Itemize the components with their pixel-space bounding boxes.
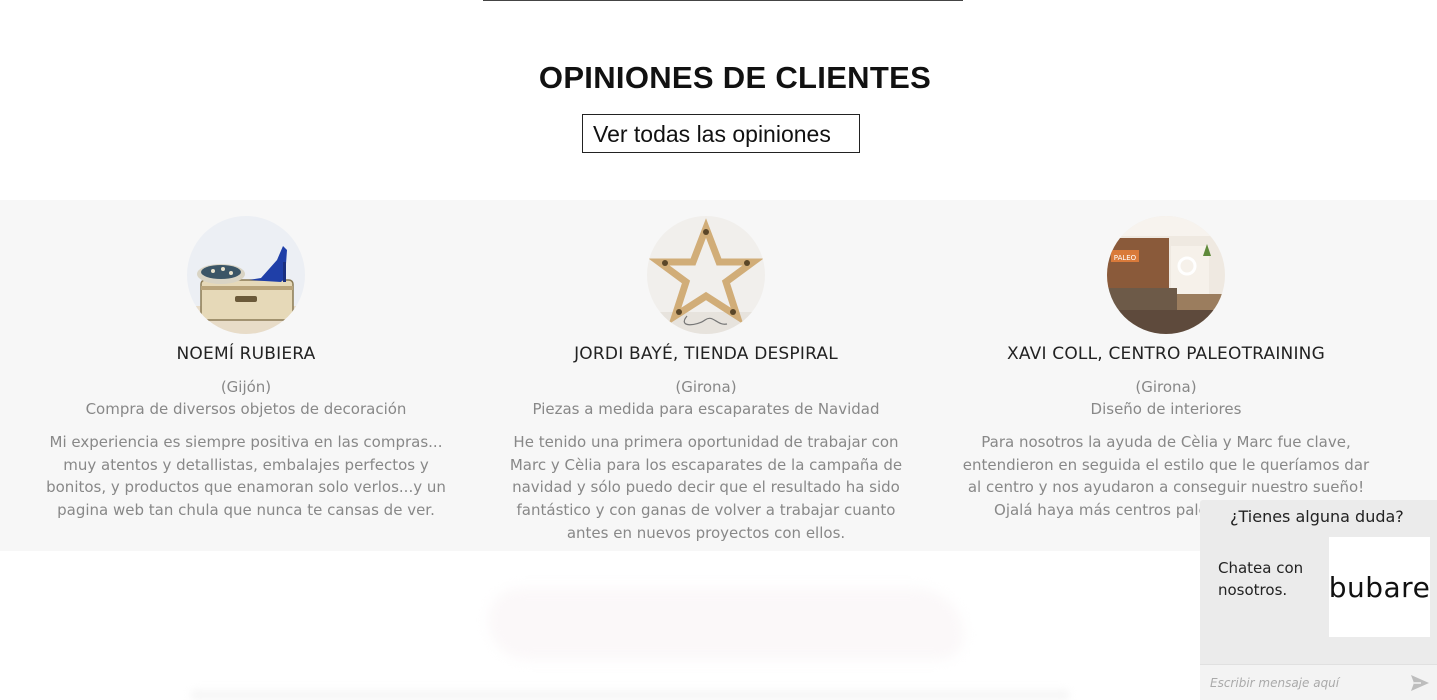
review-card: NOEMÍ RUBIERA (Gijón) Compra de diversos… xyxy=(31,216,461,522)
reviewer-name: NOEMÍ RUBIERA xyxy=(176,344,316,364)
review-subject: Diseño de interiores xyxy=(1090,400,1242,418)
view-all-reviews-button[interactable]: Ver todas las opiniones xyxy=(582,114,860,153)
chat-message: Chatea con nosotros. xyxy=(1218,559,1304,599)
review-quote: He tenido una primera oportunidad de tra… xyxy=(509,433,903,542)
review-card: JORDI BAYÉ, TIENDA DESPIRAL (Girona) Pie… xyxy=(491,216,921,545)
reviewer-city: (Girona) xyxy=(675,378,737,396)
reviewer-name: XAVI COLL, CENTRO PALEOTRAINING xyxy=(1007,344,1325,364)
chat-logo: bubare xyxy=(1329,537,1430,637)
chat-title: ¿Tienes alguna duda? xyxy=(1230,507,1404,526)
gym-interior-photo: PALEO xyxy=(1107,216,1225,334)
avatar xyxy=(647,216,765,334)
wooden-star-lamp-photo xyxy=(647,216,765,334)
send-arrow-icon[interactable] xyxy=(1409,673,1431,693)
review-card: PALEO XAVI COLL, CENTRO PALEOTRAINING (G… xyxy=(951,216,1381,522)
review-quote: Mi experiencia es siempre positiva en la… xyxy=(46,433,446,520)
chat-message-input[interactable] xyxy=(1200,665,1400,700)
svg-text:PALEO: PALEO xyxy=(1114,254,1137,262)
reviewer-name: JORDI BAYÉ, TIENDA DESPIRAL xyxy=(574,344,838,364)
section-title: OPINIONES DE CLIENTES xyxy=(538,60,932,95)
page: OPINIONES DE CLIENTES Ver todas las opin… xyxy=(0,0,1437,700)
chat-input-bar xyxy=(1200,664,1437,700)
reviewer-city: (Girona) xyxy=(1135,378,1197,396)
suitcase-shoe-photo xyxy=(187,216,305,334)
avatar xyxy=(187,216,305,334)
review-subject: Piezas a medida para escaparates de Navi… xyxy=(532,400,880,418)
avatar: PALEO xyxy=(1107,216,1225,334)
reviewer-city: (Gijón) xyxy=(220,378,272,396)
decorative-line xyxy=(190,690,1070,700)
decorative-shape xyxy=(488,588,964,660)
divider xyxy=(483,0,963,1)
review-subject: Compra de diversos objetos de decoración xyxy=(85,400,407,418)
chat-widget[interactable]: ¿Tienes alguna duda? Chatea con nosotros… xyxy=(1200,500,1437,700)
